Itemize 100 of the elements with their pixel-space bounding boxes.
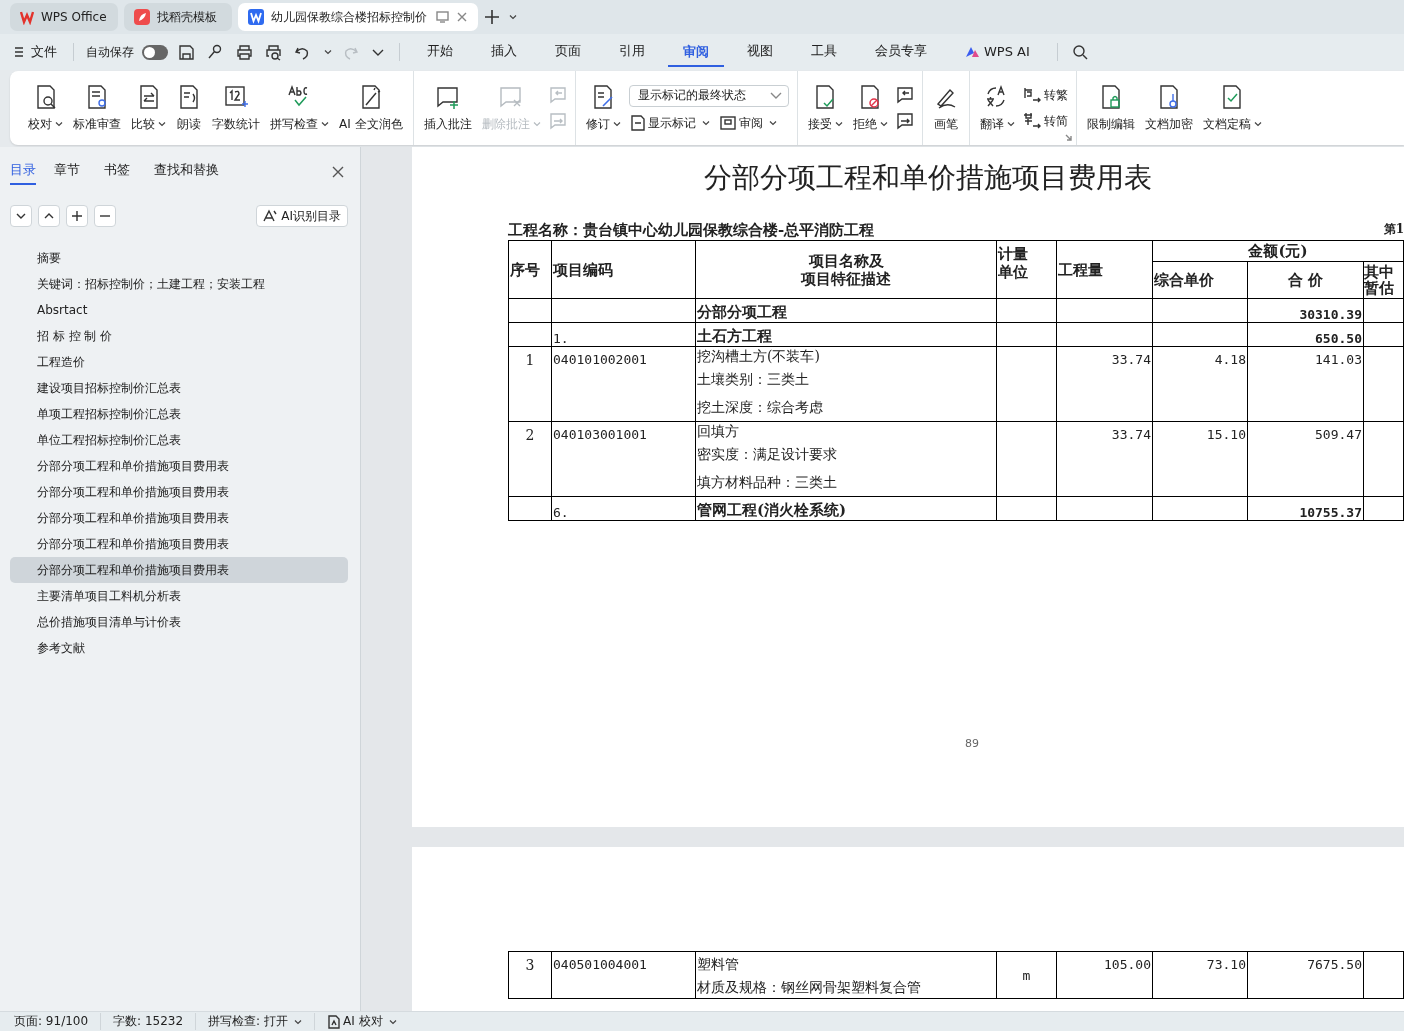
menu-tab[interactable]: 工具: [796, 36, 852, 68]
ribbon-button[interactable]: 接受: [805, 79, 845, 137]
menu-tab[interactable]: 会员专享: [860, 36, 942, 68]
page-number: 89: [965, 737, 979, 750]
table-cell: 33.74: [1056, 421, 1153, 497]
outline-item[interactable]: 工程造价: [10, 349, 348, 375]
table-cell: 040103001001: [551, 421, 696, 497]
ribbon-button[interactable]: 显示标记: [628, 114, 710, 132]
document-tab[interactable]: 找稻壳模板: [124, 3, 232, 31]
caret-icon: [324, 49, 332, 55]
column-header: 工程量: [1058, 260, 1104, 279]
menu-tab[interactable]: WPS AI: [950, 37, 1045, 67]
outline-item[interactable]: Absrtact: [10, 297, 348, 323]
outline-item[interactable]: 关键词：招标控制价；土建工程；安装工程: [10, 271, 348, 297]
outline-item[interactable]: 单项工程招标控制价汇总表: [10, 401, 348, 427]
ribbon-button[interactable]: 转繁: [1022, 86, 1068, 104]
comment-arrow-right-icon[interactable]: [895, 112, 914, 130]
column-header: 项目特征描述: [800, 269, 892, 288]
ribbon-button[interactable]: 朗读: [174, 79, 204, 137]
ribbon-button[interactable]: 拼写检查: [268, 79, 331, 137]
autosave-toggle[interactable]: [142, 44, 168, 60]
search-icon[interactable]: [1071, 44, 1088, 60]
spell-check-status[interactable]: 拼写检查: 打开: [196, 1013, 315, 1030]
menu-tab[interactable]: 插入: [476, 36, 532, 68]
table-cell: 33.74: [1056, 346, 1153, 422]
outline-tool-button[interactable]: [94, 205, 116, 227]
markup-dropdown[interactable]: 显示标记的最终状态: [628, 84, 789, 107]
menu-tab[interactable]: 页面: [540, 36, 596, 68]
table-cell: 040101002001: [551, 346, 696, 422]
dialog-launcher-icon[interactable]: [1064, 134, 1072, 141]
leaf-logo-icon: [134, 9, 150, 25]
outline-tool-button[interactable]: [38, 205, 60, 227]
traditional-to-simplified-icon: [1022, 112, 1041, 130]
ribbon-button[interactable]: 限制编辑: [1084, 79, 1137, 137]
ribbon-button[interactable]: 转简: [1022, 112, 1068, 130]
column-group-header: 金额(元): [1152, 240, 1404, 262]
monitor-icon: [436, 11, 449, 23]
sidebar-tab[interactable]: 书签: [98, 159, 136, 185]
document-tab[interactable]: WPS Office: [10, 3, 118, 31]
ribbon-button[interactable]: 标准审查: [71, 79, 123, 137]
table-cell-text: 塑料管: [697, 955, 740, 974]
outline-item[interactable]: 招 标 控 制 价: [10, 323, 348, 349]
outline-item[interactable]: 建设项目招标控制价汇总表: [10, 375, 348, 401]
save-icon[interactable]: [178, 43, 195, 61]
ribbon-button[interactable]: 审阅: [719, 114, 777, 132]
ribbon-button[interactable]: 比较: [129, 79, 168, 137]
table-cell-text: 回填方: [697, 422, 740, 440]
print-preview-icon[interactable]: [265, 43, 282, 61]
table-cell: 1: [508, 346, 552, 422]
close-icon[interactable]: [456, 11, 468, 23]
outline-item[interactable]: 分部分项工程和单价措施项目费用表: [10, 531, 348, 557]
ribbon-button[interactable]: 画笔: [930, 79, 961, 137]
column-header: 计量: [998, 245, 1029, 263]
ribbon-button[interactable]: 字数统计: [210, 79, 262, 137]
table-cell: 2: [508, 421, 552, 497]
outline-item[interactable]: 分部分项工程和单价措施项目费用表: [10, 453, 348, 479]
print-icon[interactable]: [236, 43, 253, 61]
sidebar-tab[interactable]: 查找和替换: [148, 159, 225, 185]
outline-item[interactable]: 主要清单项目工料机分析表: [10, 583, 348, 609]
chevron-down-icon: [769, 92, 782, 99]
table-cell: 分部分项工程: [695, 298, 997, 323]
outline-item[interactable]: 参考文献: [10, 635, 348, 661]
outline-item[interactable]: 总价措施项目清单与计价表: [10, 609, 348, 635]
ribbon-button[interactable]: 翻译: [977, 79, 1017, 137]
menu-tab[interactable]: 审阅: [668, 37, 724, 67]
table-cell: 6.: [551, 496, 696, 521]
word-count: 字数: 15232: [101, 1013, 197, 1030]
column-header: 单位: [998, 263, 1029, 281]
ribbon-button[interactable]: 文档加密: [1142, 79, 1195, 137]
table-cell-text: 土壤类别：三类土: [697, 370, 810, 389]
ai-outline-button[interactable]: AI识别目录: [256, 205, 348, 227]
ribbon-button[interactable]: 文档定稿: [1200, 79, 1264, 137]
document-tab[interactable]: 幼儿园保教综合楼招标控制价: [238, 3, 478, 31]
file-menu[interactable]: 文件: [10, 43, 61, 61]
ribbon-button[interactable]: 校对: [26, 79, 65, 137]
ai-proofread-status[interactable]: AI 校对: [314, 1013, 409, 1030]
menu-tab[interactable]: 开始: [412, 36, 468, 68]
table-cell-text: 挖土深度：综合考虑: [697, 398, 824, 417]
outline-item[interactable]: 摘要: [10, 245, 348, 271]
menu-tab[interactable]: 引用: [604, 36, 660, 68]
plus-icon[interactable]: [484, 9, 500, 25]
outline-item[interactable]: 分部分项工程和单价措施项目费用表: [10, 557, 348, 583]
outline-item[interactable]: 分部分项工程和单价措施项目费用表: [10, 479, 348, 505]
sidebar-tab[interactable]: 目录: [10, 159, 36, 185]
table-cell: 1.: [551, 322, 696, 347]
ribbon-button[interactable]: 拒绝: [850, 79, 890, 137]
outline-item[interactable]: 分部分项工程和单价措施项目费用表: [10, 505, 348, 531]
ai-sparkle-icon: [263, 209, 278, 223]
ribbon-button[interactable]: AI 全文润色: [337, 79, 405, 137]
menu-icon: [14, 46, 24, 58]
table-cell: 15.10: [1152, 421, 1248, 497]
close-icon[interactable]: [332, 166, 344, 178]
sidebar-tab[interactable]: 章节: [48, 159, 86, 185]
outline-tool-button[interactable]: [66, 205, 88, 227]
outline-item[interactable]: 单位工程招标控制价汇总表: [10, 427, 348, 453]
outline-tool-button[interactable]: [10, 205, 32, 227]
ribbon-button[interactable]: 修订: [583, 79, 623, 137]
comment-arrow-left-icon[interactable]: [895, 86, 914, 104]
ribbon-button[interactable]: 插入批注: [421, 79, 474, 137]
menu-tab[interactable]: 视图: [732, 36, 788, 68]
